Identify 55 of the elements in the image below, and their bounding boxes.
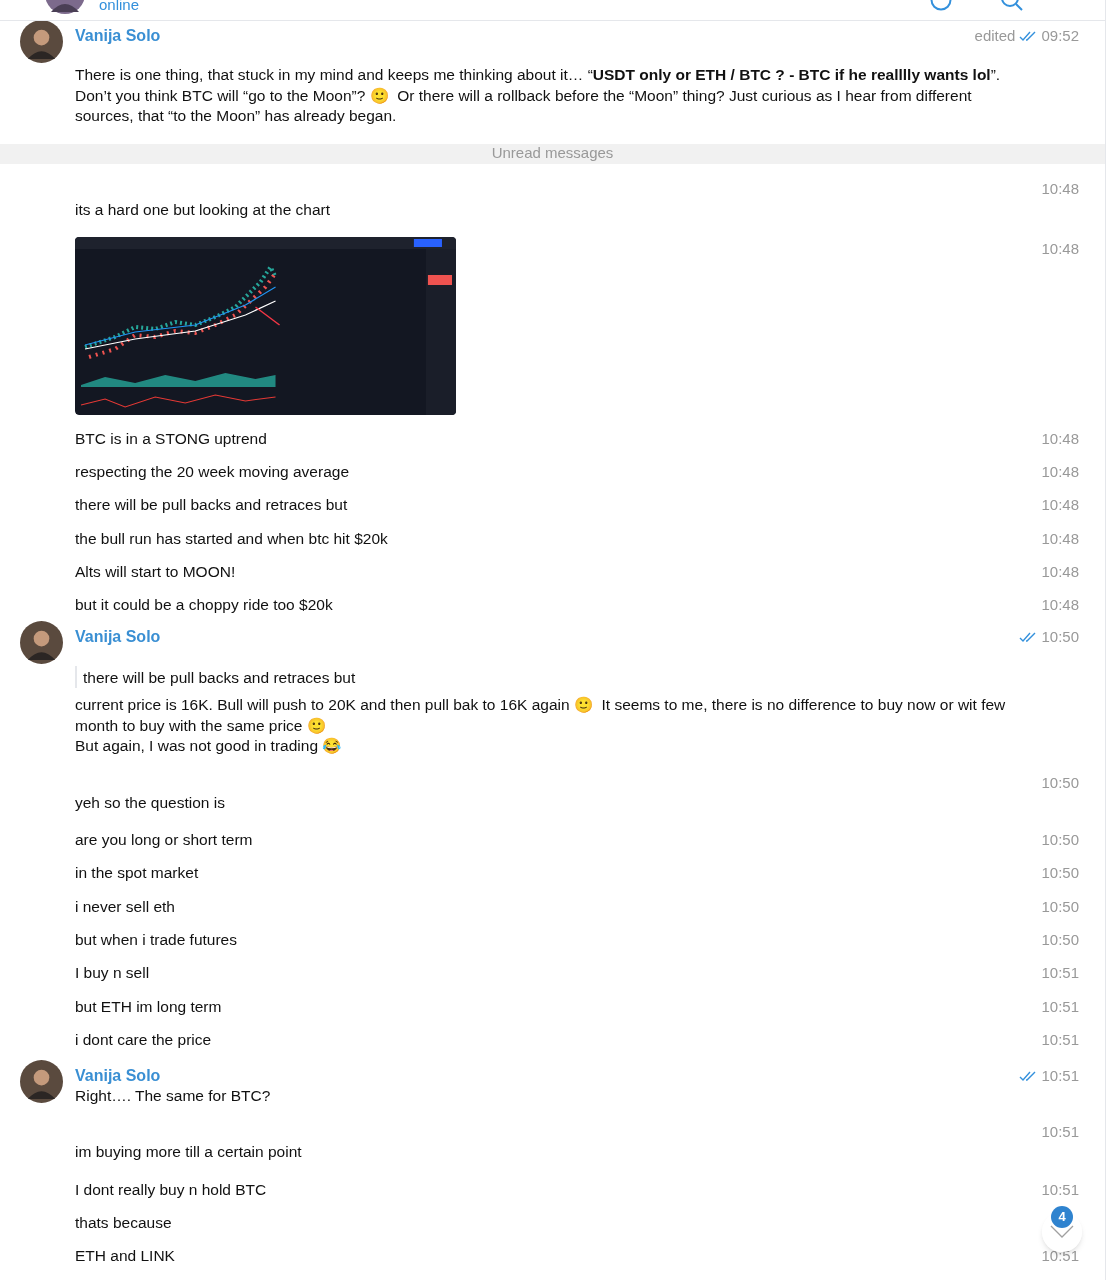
message-text: i dont care the price (75, 1029, 213, 1050)
message-time: 10:50 (1041, 896, 1079, 917)
status-text: online (99, 0, 140, 15)
message-text: im buying more till a certain point (75, 1142, 303, 1163)
message-time: 10:48 (1041, 428, 1079, 449)
author-name[interactable]: Vanija Solo (75, 625, 161, 650)
message-text: its a hard one but looking at the chart (75, 199, 332, 220)
message-text: thats because (75, 1213, 173, 1234)
message-text: but when i trade futures (75, 930, 238, 951)
quoted-message[interactable]: there will be pull backs and retraces but (75, 666, 1079, 689)
unread-count-badge: 4 (1051, 1206, 1073, 1228)
message-time: 10:50 (1041, 863, 1079, 884)
message-time: 10:51 (1041, 996, 1079, 1017)
message-time: 10:48 (1041, 462, 1079, 483)
edited-label: edited (974, 25, 1016, 46)
message-text: Alts will start to MOON! (75, 562, 237, 583)
message-text: There is one thing, that stuck in my mind and keeps me thinking about it… “USDT only or ETH / BTC ? - BTC if he realllly wants lol”. Don’t you think BTC will “go to the Moon”? 🙂 Or there will a rollback before the “Moon” thing? Just curious as I hear from different sources, that “to the Moon” has already began. (75, 65, 1002, 126)
author-name[interactable]: Vanija Solo (75, 24, 161, 48)
avatar-icon (20, 621, 63, 665)
message-time: 10:48 (1041, 528, 1079, 549)
message-time: 10:50 (1041, 830, 1079, 851)
message-time: 10:51 (1041, 1122, 1079, 1143)
message-time: 10:51 (1041, 1065, 1079, 1086)
message-time: 10:50 (1041, 627, 1079, 648)
message-time: 10:50 (1041, 930, 1079, 951)
message-time: 10:50 (1041, 772, 1079, 793)
message-time: 10:51 (1041, 963, 1079, 984)
message-text: are you long or short term (75, 830, 254, 851)
message-text: ETH and LINK (75, 1246, 176, 1267)
message-time: 09:52 (1041, 25, 1079, 46)
message-text: BTC is in a STONG uptrend (75, 428, 268, 449)
message-text: i never sell eth (75, 896, 176, 917)
avatar-icon (20, 1059, 63, 1103)
message-text: current price is 16K. Bull will push to 20K and then pull bak to 16K again 🙂 It seems to me, there is no difference to buy now or wit few month to buy with the same price 🙂 But again, I was not good in trading 😂 (75, 695, 1007, 757)
message-text: yeh so the question is (75, 792, 226, 813)
message-text: but ETH im long term (75, 996, 223, 1017)
message-time: 10:48 (1041, 238, 1079, 259)
message-text: in the spot market (75, 863, 200, 884)
message-text: I dont really buy n hold BTC (75, 1179, 268, 1200)
message-time: 10:51 (1041, 1246, 1079, 1267)
message-time: 10:48 (1041, 495, 1079, 516)
message-time: 10:48 (1041, 179, 1079, 200)
message-text: Right…. The same for BTC? (75, 1085, 272, 1106)
message-time: 10:51 (1041, 1029, 1079, 1050)
message-text: respecting the 20 week moving average (75, 462, 350, 483)
message-time: 10:48 (1041, 595, 1079, 616)
chevron-down-icon (1050, 1225, 1074, 1239)
message-text: there will be pull backs and retraces but (75, 495, 349, 516)
message-text: I buy n sell (75, 963, 151, 984)
author-name[interactable]: Vanija Solo (75, 1063, 161, 1088)
message-time: 10:48 (1041, 562, 1079, 583)
avatar-icon (20, 20, 63, 63)
message-time: 10:51 (1041, 1179, 1079, 1200)
message-text: the bull run has started and when btc hit $20k (75, 528, 389, 549)
message-text: but it could be a choppy ride too $20k (75, 595, 334, 616)
